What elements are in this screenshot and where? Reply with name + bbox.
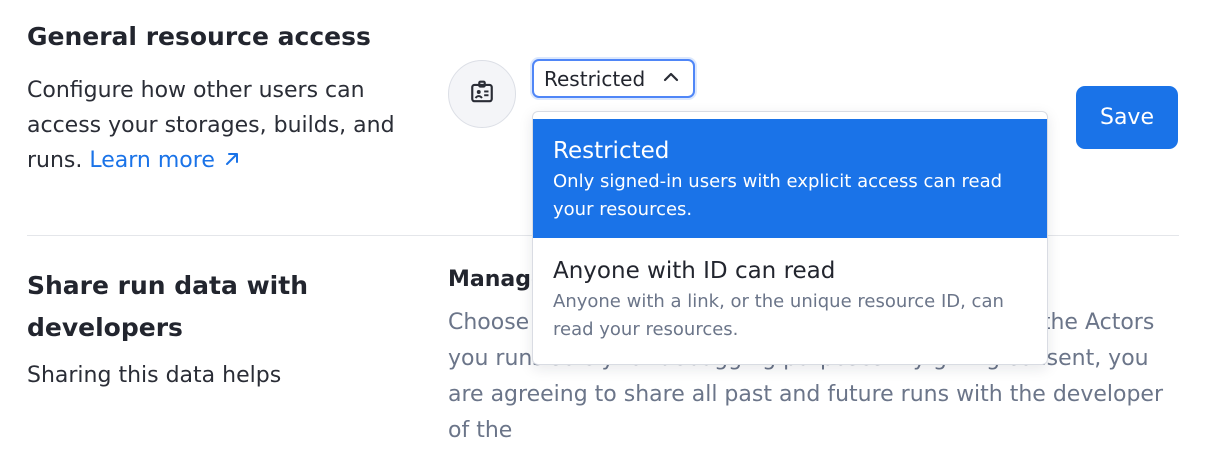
- option-help-text: Anyone with a link, or the unique resour…: [553, 291, 1004, 340]
- share-run-data-title: Share run data with developers: [27, 271, 308, 342]
- access-level-dropdown: Restricted Only signed-in users with exp…: [532, 111, 1048, 365]
- learn-more-link[interactable]: Learn more: [89, 148, 240, 173]
- access-level-value: Restricted: [544, 66, 646, 91]
- option-label: Restricted: [553, 138, 670, 164]
- save-button[interactable]: Save: [1076, 86, 1178, 149]
- access-level-select[interactable]: Restricted: [532, 59, 695, 98]
- general-access-title: General resource access: [27, 22, 371, 51]
- option-label: Anyone with ID can read: [553, 258, 836, 284]
- option-help-text: Only signed-in users with explicit acces…: [553, 171, 1003, 220]
- general-access-description: Configure how other users can access you…: [27, 73, 407, 178]
- external-link-arrow-icon: [223, 144, 241, 165]
- share-run-data-description: Sharing this data helps: [27, 363, 282, 388]
- dropdown-option-restricted[interactable]: Restricted Only signed-in users with exp…: [533, 119, 1047, 238]
- id-badge-icon: [469, 79, 495, 109]
- chevron-up-icon: [661, 67, 681, 91]
- access-icon-badge: [448, 60, 516, 128]
- learn-more-label: Learn more: [89, 148, 215, 173]
- dropdown-option-anyone-with-id[interactable]: Anyone with ID can read Anyone with a li…: [533, 238, 1047, 344]
